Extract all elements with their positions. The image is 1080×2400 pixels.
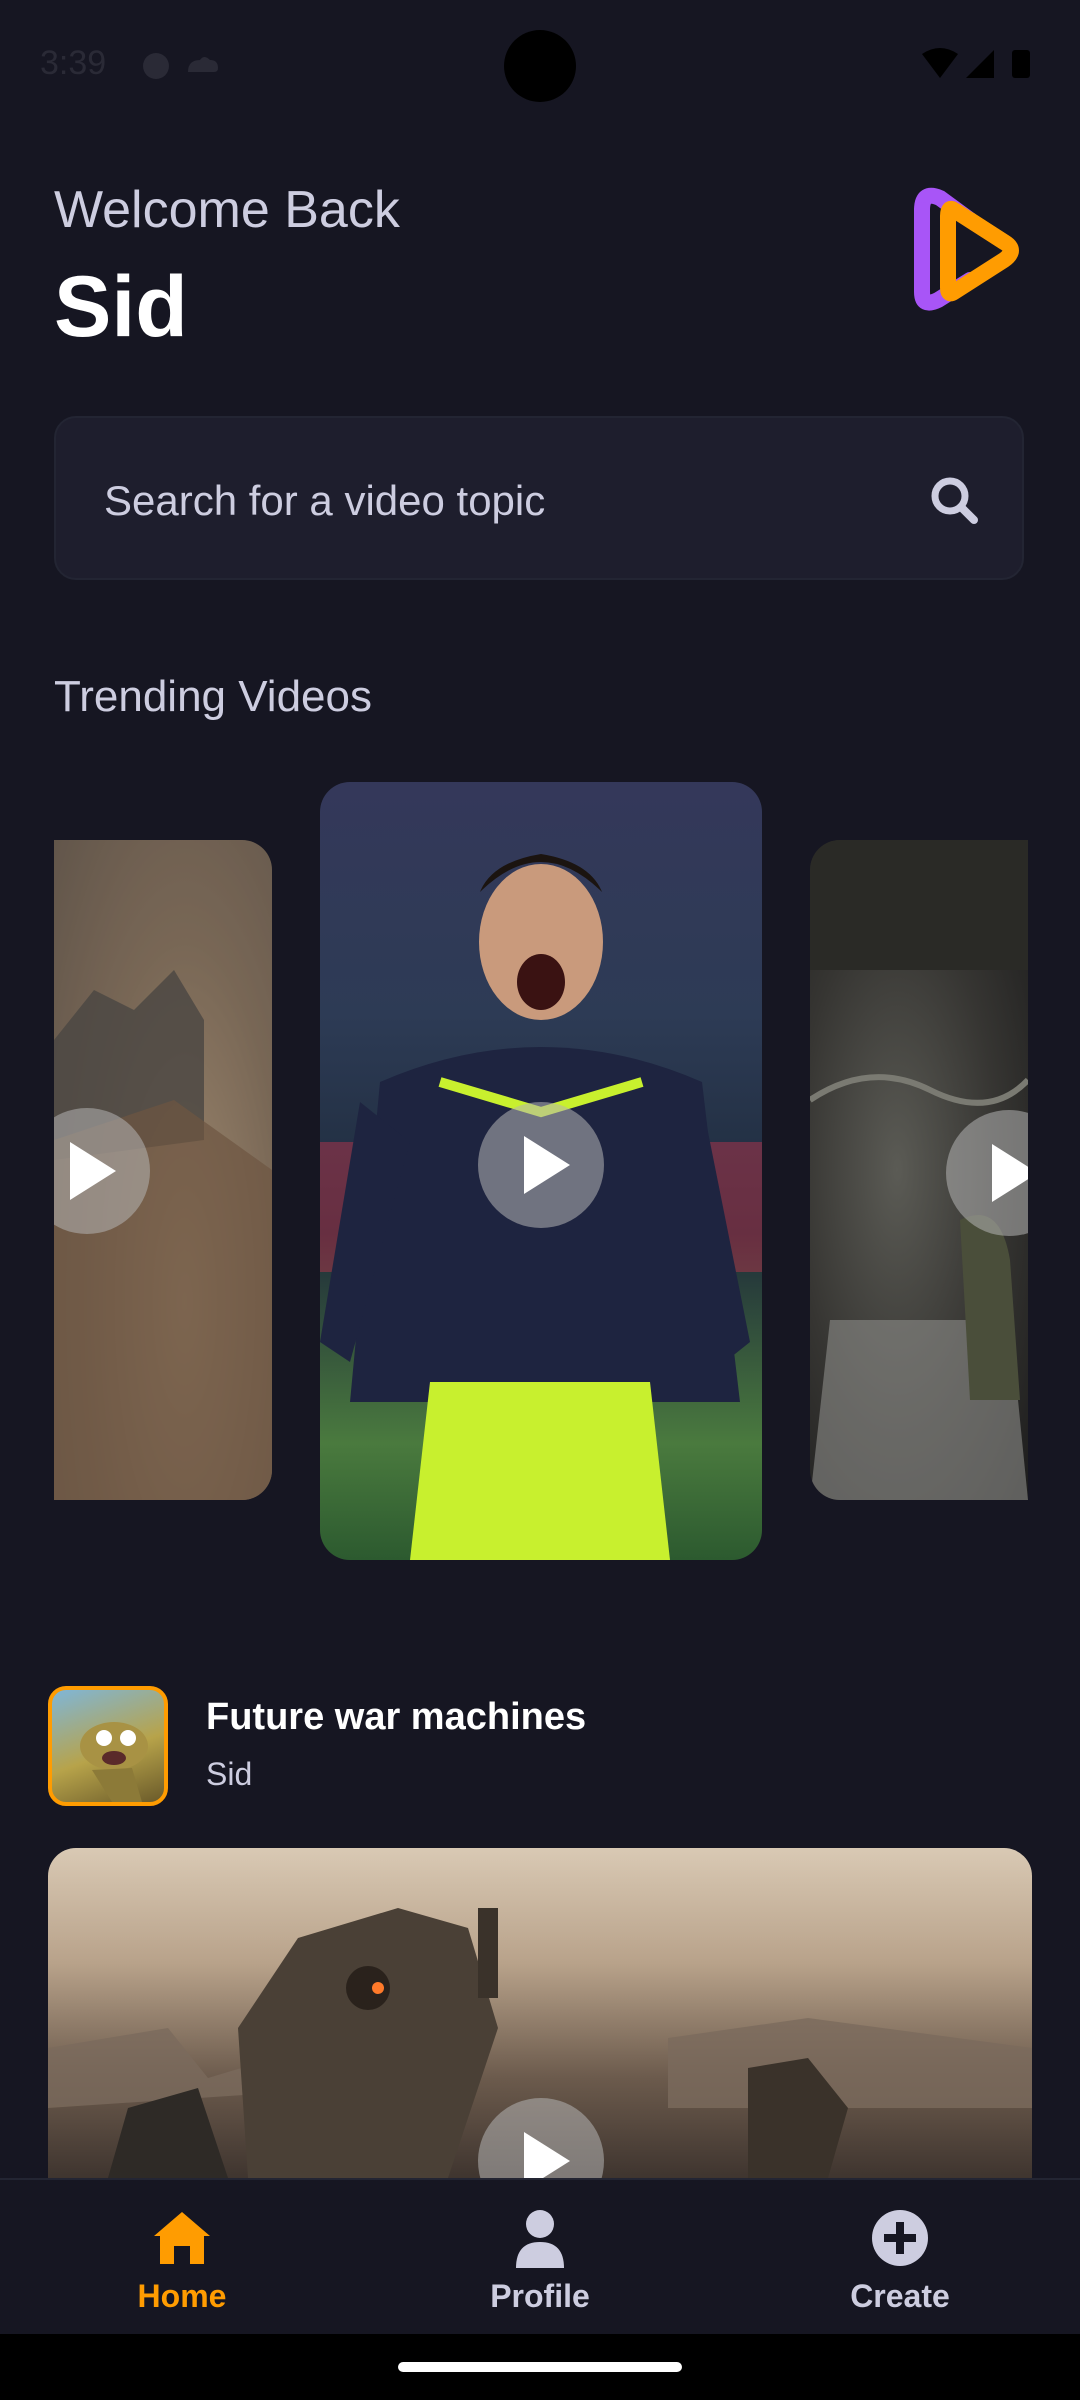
camera-cutout	[504, 30, 576, 102]
tab-profile[interactable]: Profile	[440, 2206, 640, 2326]
home-indicator[interactable]	[398, 2362, 682, 2372]
tab-home[interactable]: Home	[82, 2206, 282, 2326]
play-icon	[992, 1144, 1028, 1202]
post-author: Sid	[206, 1756, 253, 1792]
tab-profile-label: Profile	[490, 2278, 590, 2314]
play-icon	[524, 1136, 570, 1194]
trending-video-card[interactable]	[54, 840, 272, 1500]
status-system-icons	[920, 46, 1036, 87]
welcome-text: Welcome Back	[54, 181, 400, 239]
play-button[interactable]	[478, 1102, 604, 1228]
home-icon	[150, 2206, 214, 2270]
trending-videos-title: Trending Videos	[54, 672, 372, 721]
trending-video-card[interactable]	[320, 782, 762, 1560]
username: Sid	[54, 259, 188, 355]
tab-create[interactable]: Create	[800, 2206, 1000, 2326]
plus-circle-icon	[868, 2206, 932, 2270]
bottom-tab-bar: Home Profile Create	[0, 2178, 1080, 2334]
play-icon	[524, 2132, 570, 2178]
tab-create-label: Create	[850, 2278, 950, 2314]
search-input[interactable]	[102, 470, 866, 532]
profile-icon	[508, 2206, 572, 2270]
status-bar: 3:39	[0, 0, 1080, 130]
avatar[interactable]	[48, 1686, 168, 1806]
status-notification-icons	[140, 48, 220, 87]
post-title[interactable]: Future war machines	[206, 1696, 586, 1739]
search-box[interactable]	[54, 416, 1024, 580]
status-time: 3:39	[40, 44, 107, 82]
post-video-thumbnail[interactable]	[48, 1848, 1032, 2178]
search-icon[interactable]	[928, 474, 980, 531]
play-icon	[70, 1142, 116, 1200]
app-logo	[908, 180, 1032, 320]
trending-video-card[interactable]	[810, 840, 1028, 1500]
tab-home-label: Home	[137, 2278, 227, 2314]
